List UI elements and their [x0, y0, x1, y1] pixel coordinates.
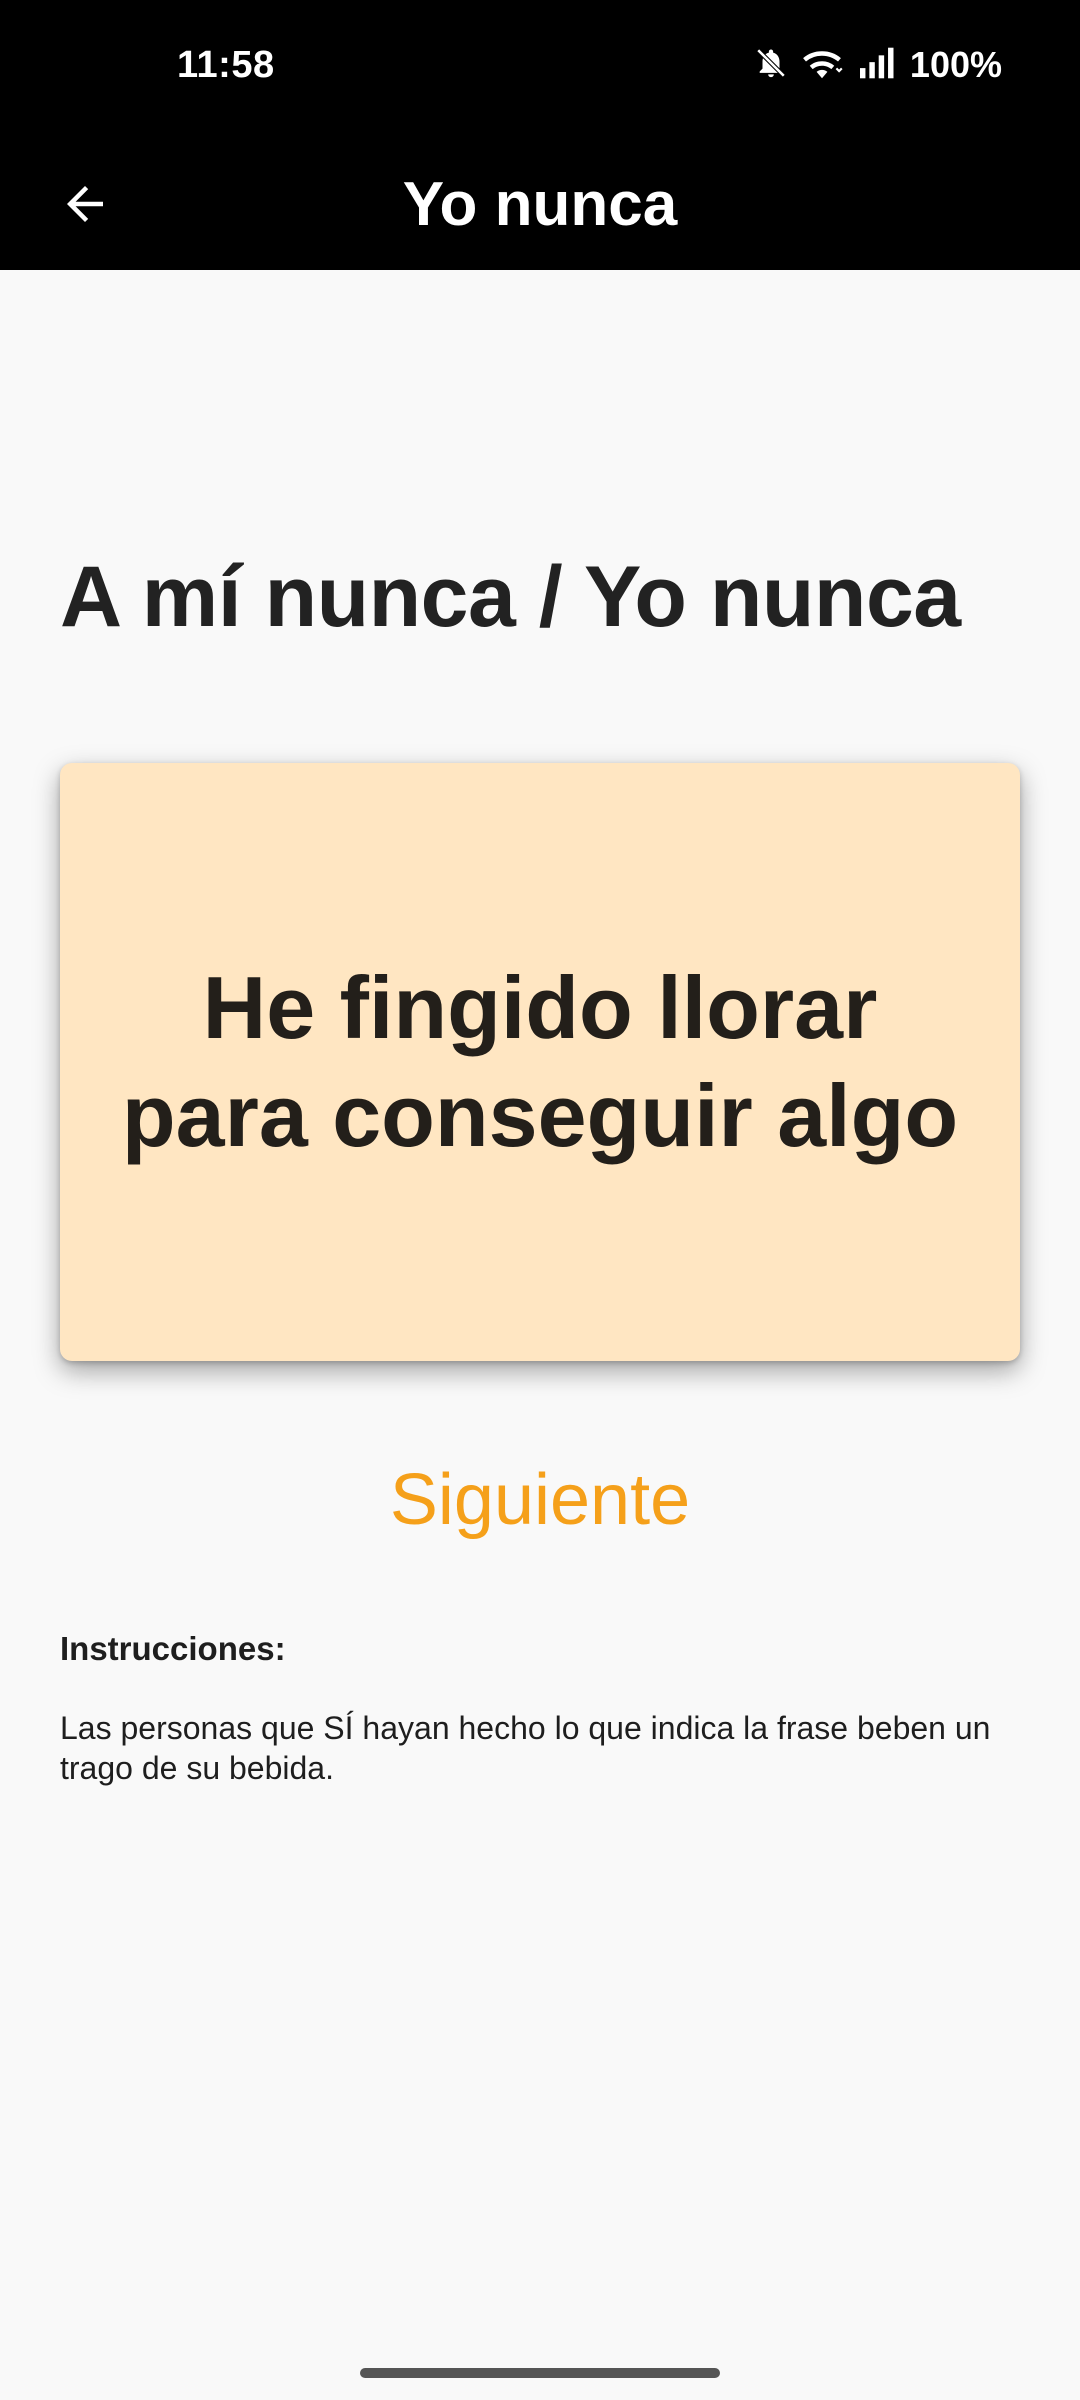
- wifi-icon: [800, 45, 844, 86]
- app-bar: Yo nunca: [0, 140, 1080, 270]
- instructions-body: Las personas que SÍ hayan hecho lo que i…: [60, 1710, 991, 1786]
- phrase-card: He fingido llorar para conseguir algo: [60, 763, 1020, 1361]
- next-button[interactable]: Siguiente: [290, 1450, 790, 1550]
- status-bar: 11:58 100%: [0, 0, 1080, 140]
- status-time: 11:58: [177, 44, 275, 86]
- signal-icon: [856, 46, 898, 85]
- page-heading: A mí nunca / Yo nunca: [60, 549, 961, 645]
- bell-off-icon: [754, 46, 788, 85]
- app-title: Yo nunca: [402, 170, 678, 239]
- phrase-text: He fingido llorar para conseguir algo: [121, 958, 959, 1165]
- status-icons: 100%: [754, 44, 1002, 86]
- instructions-title: Instrucciones:: [60, 1630, 286, 1667]
- battery-level: 100%: [909, 44, 1002, 85]
- home-indicator[interactable]: [360, 2368, 720, 2378]
